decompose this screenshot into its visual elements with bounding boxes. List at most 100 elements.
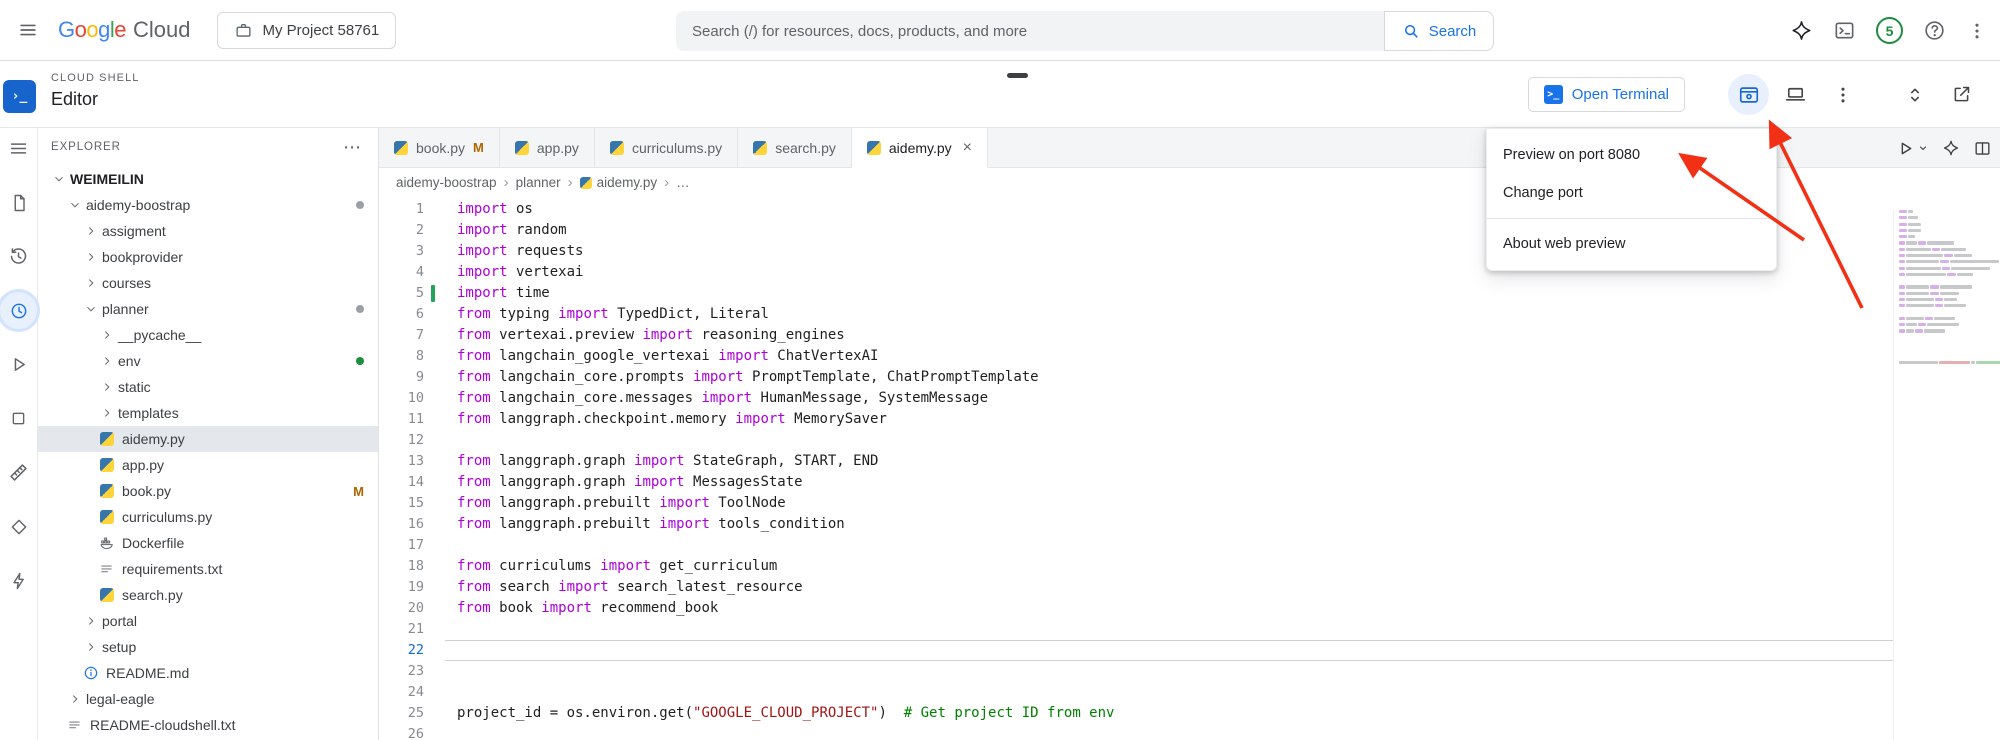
help-icon[interactable] [1923, 19, 1946, 42]
minimap[interactable] [1893, 210, 2000, 740]
devices-button[interactable] [1775, 74, 1816, 115]
code-line-21[interactable] [445, 619, 1893, 640]
code-line-14[interactable]: from langgraph.graph import MessagesStat… [445, 472, 1893, 493]
tree-item-static[interactable]: static [38, 374, 378, 400]
split-editor-icon[interactable] [1973, 139, 1992, 158]
tree-item-templates[interactable]: templates [38, 400, 378, 426]
file-icon[interactable] [6, 190, 31, 215]
code-line-9[interactable]: from langchain_core.prompts import Promp… [445, 367, 1893, 388]
breadcrumb-item[interactable]: aidemy.py [580, 175, 658, 190]
tree-item-requirements-txt[interactable]: requirements.txt [38, 556, 378, 582]
tab-curriculums.py[interactable]: curriculums.py [595, 128, 738, 167]
clock-icon[interactable] [6, 298, 31, 323]
tree-item-book-py[interactable]: book.pyM [38, 478, 378, 504]
close-tab-icon[interactable]: × [963, 140, 972, 156]
notifications-badge[interactable]: 5 [1876, 17, 1903, 44]
open-terminal-button[interactable]: >_ Open Terminal [1528, 77, 1685, 112]
tree-item-setup[interactable]: setup [38, 634, 378, 660]
project-selector[interactable]: My Project 58761 [217, 12, 397, 49]
tab-search.py[interactable]: search.py [738, 128, 852, 167]
tree-item-legal-eagle[interactable]: legal-eagle [38, 686, 378, 712]
history-icon[interactable] [6, 244, 31, 269]
code-editor[interactable]: 1234567891011121314151617181920212223242… [379, 197, 2000, 740]
code-line-18[interactable]: from curriculums import get_curriculum [445, 556, 1893, 577]
code-lines[interactable]: import osimport randomimport requestsimp… [445, 199, 1893, 740]
tree-item-bookprovider[interactable]: bookprovider [38, 244, 378, 270]
tree-item-app-py[interactable]: app.py [38, 452, 378, 478]
code-line-22[interactable] [445, 640, 1893, 661]
bolt-icon[interactable] [6, 568, 31, 593]
code-line-26[interactable] [445, 724, 1893, 740]
frame-icon[interactable] [6, 406, 31, 431]
toggle-panel-height-icon[interactable] [1894, 74, 1935, 115]
tree-item-courses[interactable]: courses [38, 270, 378, 296]
google-cloud-logo[interactable]: Google Cloud [58, 17, 191, 43]
ruler-icon[interactable] [6, 460, 31, 485]
tree-item-label: env [118, 353, 141, 369]
code-line-17[interactable] [445, 535, 1893, 556]
line-number: 25 [379, 703, 445, 724]
project-icon [234, 21, 253, 40]
tree-item-dockerfile[interactable]: Dockerfile [38, 530, 378, 556]
run-file-icon[interactable] [1896, 139, 1929, 158]
code-line-13[interactable]: from langgraph.graph import StateGraph, … [445, 451, 1893, 472]
tree-item-aidemy-py[interactable]: aidemy.py [38, 426, 378, 452]
code-line-16[interactable]: from langgraph.prebuilt import tools_con… [445, 514, 1893, 535]
code-line-5[interactable]: import time [445, 283, 1893, 304]
tree-item--pycache-[interactable]: __pycache__ [38, 322, 378, 348]
tree-item-curriculums-py[interactable]: curriculums.py [38, 504, 378, 530]
breadcrumb-item[interactable]: aidemy-boostrap [396, 175, 497, 190]
code-line-7[interactable]: from vertexai.preview import reasoning_e… [445, 325, 1893, 346]
code-line-25[interactable]: project_id = os.environ.get("GOOGLE_CLOU… [445, 703, 1893, 724]
code-line-19[interactable]: from search import search_latest_resourc… [445, 577, 1893, 598]
code-line-24[interactable] [445, 682, 1893, 703]
code-line-20[interactable]: from book import recommend_book [445, 598, 1893, 619]
code-line-23[interactable] [445, 661, 1893, 682]
main-menu-icon[interactable] [10, 12, 46, 48]
tab-app.py[interactable]: app.py [500, 128, 595, 167]
diamond-icon[interactable] [6, 514, 31, 539]
tree-item-assigment[interactable]: assigment [38, 218, 378, 244]
gemini-sparkle-icon[interactable] [1790, 19, 1813, 42]
menu-item-about-web-preview[interactable]: About web preview [1487, 225, 1776, 263]
run-icon[interactable] [6, 352, 31, 377]
breadcrumb-separator: › [664, 175, 669, 190]
code-line-12[interactable] [445, 430, 1893, 451]
menu-item-change-port[interactable]: Change port [1487, 174, 1776, 212]
shell-more-icon[interactable] [1822, 74, 1863, 115]
cloud-shell-icon[interactable]: ›_ [3, 80, 36, 113]
tree-item-readme-cloudshell-txt[interactable]: README-cloudshell.txt [38, 712, 378, 738]
tab-book.py[interactable]: book.pyM [379, 128, 500, 167]
code-line-15[interactable]: from langgraph.prebuilt import ToolNode [445, 493, 1893, 514]
line-number: 1 [379, 199, 445, 220]
breadcrumb-item[interactable]: … [676, 175, 690, 190]
tree-item-search-py[interactable]: search.py [38, 582, 378, 608]
code-line-11[interactable]: from langgraph.checkpoint.memory import … [445, 409, 1893, 430]
tree-item-planner[interactable]: planner [38, 296, 378, 322]
cloud-shell-activate-icon[interactable] [1833, 19, 1856, 42]
search-button[interactable]: Search [1384, 11, 1494, 51]
tree-item-weimeilin[interactable]: WEIMEILIN [38, 166, 378, 192]
open-in-new-icon[interactable] [1941, 74, 1982, 115]
cloud-shell-label: CLOUD SHELL [51, 72, 140, 84]
search-input[interactable] [676, 11, 1384, 51]
breadcrumb-item[interactable]: planner [516, 175, 561, 190]
tree-item-label: WEIMEILIN [70, 171, 144, 187]
menu-item-preview-on-port-8080[interactable]: Preview on port 8080 [1487, 136, 1776, 174]
code-line-10[interactable]: from langchain_core.messages import Huma… [445, 388, 1893, 409]
python-file-icon [394, 141, 408, 155]
tree-item-aidemy-boostrap[interactable]: aidemy-boostrap [38, 192, 378, 218]
explorer-more-icon[interactable]: ⋯ [343, 142, 362, 152]
code-line-8[interactable]: from langchain_google_vertexai import Ch… [445, 346, 1893, 367]
logo-google: Google [58, 17, 126, 43]
web-preview-button[interactable] [1728, 74, 1769, 115]
tree-item-env[interactable]: env [38, 348, 378, 374]
drag-handle[interactable] [1007, 73, 1028, 78]
code-line-6[interactable]: from typing import TypedDict, Literal [445, 304, 1893, 325]
more-vert-icon[interactable] [1966, 20, 1988, 42]
menu-icon[interactable] [6, 136, 31, 161]
tree-item-readme-md[interactable]: README.md [38, 660, 378, 686]
sparkle-icon[interactable] [1942, 139, 1960, 157]
tab-aidemy.py[interactable]: aidemy.py× [852, 128, 988, 168]
tree-item-portal[interactable]: portal [38, 608, 378, 634]
